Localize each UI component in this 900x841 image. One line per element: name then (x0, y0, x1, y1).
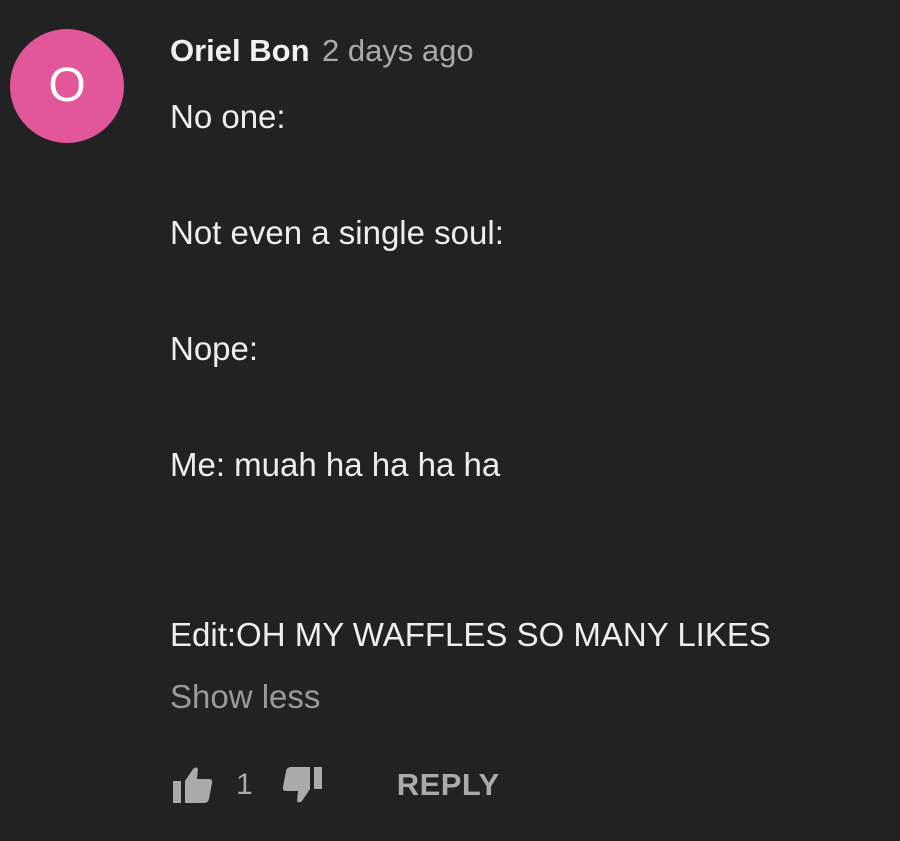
comment-line-1: No one: (170, 98, 286, 135)
avatar-letter: O (48, 59, 86, 112)
comment-thread: O Oriel Bon 2 days ago No one: Not even … (0, 0, 900, 841)
thumbs-down-icon[interactable] (279, 765, 325, 805)
like-count: 1 (236, 768, 253, 801)
thumbs-up-icon[interactable] (170, 765, 216, 805)
comment-line-2: Not even a single soul: (170, 214, 504, 251)
show-less-link[interactable]: Show less (170, 678, 320, 716)
comment-actions: 1 REPLY (170, 762, 500, 808)
timestamp[interactable]: 2 days ago (322, 33, 474, 68)
comment-line-4: Me: muah ha ha ha ha (170, 446, 501, 483)
avatar[interactable]: O (10, 29, 124, 143)
comment-line-5: Edit:OH MY WAFFLES SO MANY LIKES (170, 616, 771, 653)
comment-header: Oriel Bon 2 days ago (170, 33, 474, 69)
comment-line-3: Nope: (170, 330, 259, 367)
reply-button[interactable]: REPLY (397, 767, 500, 803)
author-name[interactable]: Oriel Bon (170, 33, 310, 68)
